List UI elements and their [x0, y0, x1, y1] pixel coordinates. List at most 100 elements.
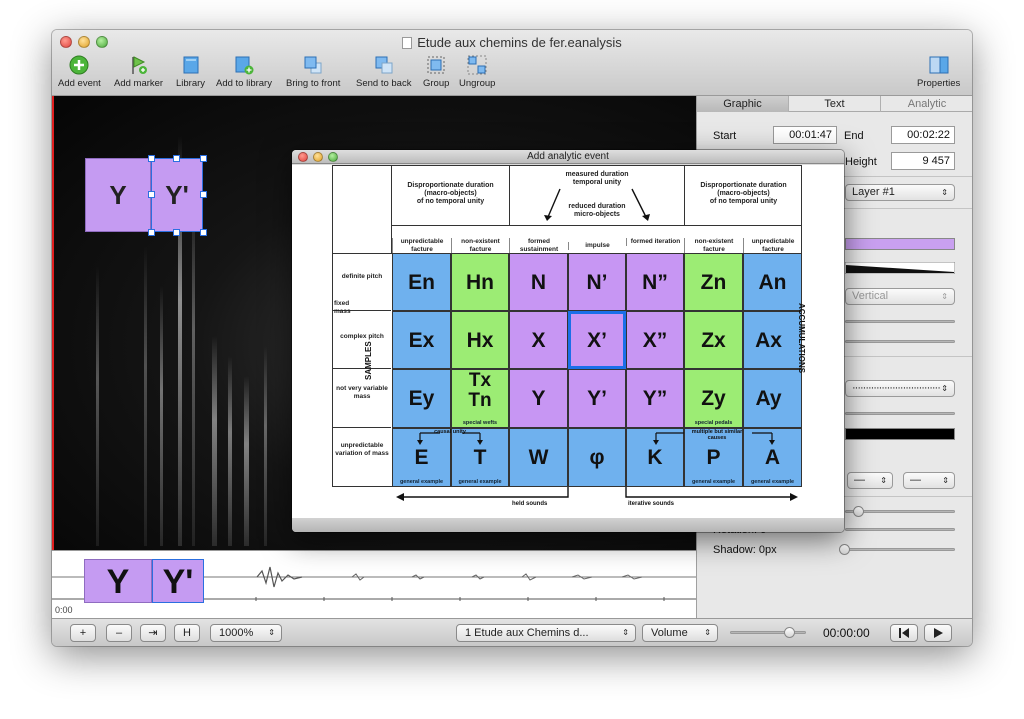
spectrum-band — [144, 246, 147, 546]
spectrum-band — [192, 186, 195, 546]
add-event-button[interactable]: Add event — [58, 54, 101, 89]
properties-button[interactable]: Properties — [917, 54, 960, 89]
shadow-slider-knob[interactable] — [839, 544, 850, 555]
cell-ey[interactable]: Ey — [392, 369, 451, 428]
height-field[interactable]: 9 457 — [891, 152, 955, 170]
zoom-in-button[interactable]: + — [70, 624, 96, 642]
timeline-event-y[interactable]: Y — [84, 559, 152, 603]
cell-an[interactable]: An — [743, 253, 802, 311]
tab-analytic[interactable]: Analytic — [881, 96, 972, 112]
footer-arrows — [396, 487, 798, 501]
tab-graphic[interactable]: Graphic — [697, 96, 789, 112]
cell-zy[interactable]: Zy special pedals — [684, 369, 743, 428]
inspector-tabs: Graphic Text Analytic — [697, 96, 972, 112]
resize-handle[interactable] — [173, 229, 180, 236]
tab-text[interactable]: Text — [789, 96, 881, 112]
event-box-y-prime[interactable]: Y' — [151, 158, 203, 232]
cell-hn[interactable]: Hn — [451, 253, 509, 311]
row-header-not-variable: not very variable mass — [336, 385, 388, 400]
jump-button[interactable]: ⇥ — [140, 624, 166, 642]
line-slider-track[interactable] — [845, 412, 955, 415]
blur-slider-knob[interactable] — [853, 506, 864, 517]
ungroup-button[interactable]: Ungroup — [459, 54, 495, 89]
rewind-button[interactable] — [890, 624, 918, 642]
fill-color-well[interactable] — [845, 238, 955, 250]
opacity-slider-track[interactable] — [845, 320, 955, 323]
cell-ax[interactable]: Ax — [743, 311, 802, 369]
dash-style-popup[interactable]: ································· ⇕ — [845, 380, 955, 397]
volume-popup[interactable]: Volume ⇕ — [642, 624, 718, 642]
zoom-out-button[interactable]: – — [106, 624, 132, 642]
arrow-start-popup[interactable]: — ⇕ — [847, 472, 893, 489]
cell-y-prime[interactable]: Y’ — [568, 369, 626, 428]
cell-n[interactable]: N — [509, 253, 568, 311]
layer-popup[interactable]: Layer #1 ⇕ — [845, 184, 955, 201]
resize-handle[interactable] — [148, 191, 155, 198]
stroke-color-well[interactable] — [845, 428, 955, 440]
event-box-y[interactable]: Y — [85, 158, 151, 232]
popup-arrows-icon: ⇕ — [268, 628, 275, 637]
fit-button[interactable]: H — [174, 624, 200, 642]
volume-slider-knob[interactable] — [784, 627, 795, 638]
column-header: non-existent facture — [684, 238, 743, 253]
start-field[interactable]: 00:01:47 — [773, 126, 837, 144]
cell-tx-tn[interactable]: Tx Tn special wefts — [451, 369, 509, 428]
cell-x-second[interactable]: X” — [626, 311, 684, 369]
rotation-slider-track[interactable] — [845, 528, 955, 531]
track-popup[interactable]: 1 Etude aux Chemins d... ⇕ — [456, 624, 636, 642]
shadow-slider-track[interactable] — [845, 548, 955, 551]
resize-handle[interactable] — [148, 155, 155, 162]
timeline-start-time: 0:00 — [55, 605, 73, 615]
cell-hx[interactable]: Hx — [451, 311, 509, 369]
row-header-complex-pitch: complex pitch — [340, 333, 384, 340]
orientation-popup[interactable]: Vertical ⇕ — [845, 288, 955, 305]
add-to-library-button[interactable]: Add to library — [216, 54, 272, 89]
cell-y[interactable]: Y — [509, 369, 568, 428]
titlebar: Etude aux chemins de fer.eanalysis Add e… — [52, 30, 972, 96]
waveform-timeline[interactable]: Y Y' 0:00 — [52, 550, 696, 618]
stroke-width-preview[interactable] — [845, 262, 955, 274]
rewind-icon — [899, 628, 909, 638]
library-button[interactable]: Library — [176, 54, 205, 89]
play-button[interactable] — [924, 624, 952, 642]
cell-y-second[interactable]: Y” — [626, 369, 684, 428]
zoom-level-popup[interactable]: 1000% ⇕ — [210, 624, 282, 642]
cell-ay[interactable]: Ay — [743, 369, 802, 428]
resize-handle[interactable] — [200, 229, 207, 236]
cell-n-prime[interactable]: N’ — [568, 253, 626, 311]
popup-arrows-icon: ⇕ — [942, 476, 949, 485]
end-field[interactable]: 00:02:22 — [891, 126, 955, 144]
transport-bar: + – ⇥ H 1000% ⇕ 1 Etude aux Chemins d... ⇕… — [52, 618, 972, 646]
cell-x[interactable]: X — [509, 311, 568, 369]
group-icon — [427, 56, 445, 74]
causal-arrows — [417, 432, 775, 445]
cell-ex[interactable]: Ex — [392, 311, 451, 369]
iterative-sounds-label: iterative sounds — [628, 501, 675, 507]
popup-arrows-icon: ⇕ — [941, 292, 948, 301]
add-to-library-icon — [235, 56, 254, 75]
end-label: End — [844, 130, 864, 142]
playhead[interactable] — [52, 96, 54, 550]
row-divider — [332, 427, 391, 428]
resize-handle[interactable] — [200, 155, 207, 162]
timeline-event-y-prime[interactable]: Y' — [152, 559, 204, 603]
resize-handle[interactable] — [148, 229, 155, 236]
cell-zx[interactable]: Zx — [684, 311, 743, 369]
popup-arrows-icon: ⇕ — [622, 628, 629, 637]
toolbar: Add event Add marker Library Add to libr… — [52, 52, 972, 96]
resize-handle[interactable] — [200, 191, 207, 198]
cell-en[interactable]: En — [392, 253, 451, 311]
send-to-back-button[interactable]: Send to back — [356, 54, 411, 89]
dialog-body: Disproportionate duration (macro-objects… — [292, 165, 844, 518]
add-marker-button[interactable]: Add marker — [114, 54, 163, 89]
corner-slider-track[interactable] — [845, 340, 955, 343]
arrow-end-popup[interactable]: — ⇕ — [903, 472, 955, 489]
row-divider — [332, 368, 391, 369]
samples-label: SAMPLES — [364, 341, 373, 380]
resize-handle[interactable] — [173, 155, 180, 162]
cell-zn[interactable]: Zn — [684, 253, 743, 311]
cell-n-second[interactable]: N” — [626, 253, 684, 311]
bring-to-front-button[interactable]: Bring to front — [286, 54, 340, 89]
cell-x-prime[interactable]: X’ — [568, 311, 626, 369]
group-button[interactable]: Group — [423, 54, 449, 89]
